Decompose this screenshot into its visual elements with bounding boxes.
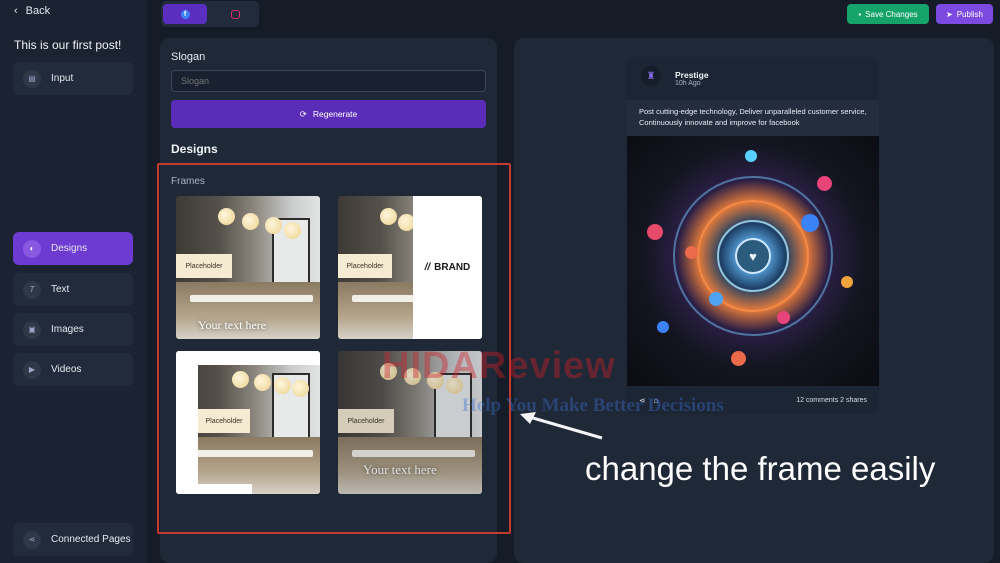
publish-label: Publish [956, 9, 983, 19]
lamp-decor [218, 208, 235, 225]
lamp-decor [254, 374, 271, 391]
lamp-decor [274, 377, 291, 394]
placeholder-card: Placeholder [338, 409, 394, 433]
sidebar-item-label: Images [51, 324, 84, 335]
slogan-input[interactable] [171, 70, 486, 92]
overlay-text: Your text here [198, 318, 267, 332]
sidebar-item-input[interactable]: ▤ Input [13, 62, 133, 95]
frame-option-2[interactable]: Placeholder // BRAND [338, 196, 482, 339]
post-preview-card: ♜ Prestige 10h Ago Post cutting-edge tec… [627, 59, 879, 414]
image-decor [647, 224, 663, 240]
sidebar-item-label: Connected Pages [51, 534, 131, 545]
brand-logo-icon: // [424, 262, 431, 273]
post-footer: ⋖ ⌂ 12 comments 2 shares [627, 386, 879, 414]
save-changes-button[interactable]: ▪ Save Changes [847, 4, 929, 24]
account-name: Prestige [675, 70, 709, 80]
placeholder-card: Placeholder [176, 254, 232, 278]
lamp-decor [404, 368, 421, 385]
sidebar-item-label: Input [51, 73, 74, 84]
sidebar-item-connected-pages[interactable]: ⋖ Connected Pages [13, 523, 133, 556]
image-decor [709, 292, 723, 306]
frames-label: Frames [171, 176, 205, 187]
tab-instagram[interactable] [213, 4, 257, 24]
frame-option-4[interactable]: Placeholder Your text here [338, 351, 482, 494]
regenerate-label: Regenerate [312, 109, 358, 119]
frame-border [176, 351, 198, 494]
lamp-decor [232, 371, 249, 388]
image-decor [817, 176, 832, 191]
placeholder-card: Placeholder [198, 409, 250, 433]
tab-facebook[interactable]: f [163, 4, 207, 24]
lamp-decor [446, 377, 463, 394]
image-decor [841, 276, 853, 288]
home-icon[interactable]: ⌂ [654, 396, 659, 405]
post-header: ♜ Prestige 10h Ago [627, 59, 879, 100]
image-decor [685, 246, 698, 259]
lamp-decor [380, 208, 397, 225]
back-label: Back [25, 5, 51, 17]
lamp-decor [265, 217, 282, 234]
post-actions: ⋖ ⌂ [639, 396, 659, 405]
image-decor [745, 150, 757, 162]
image-decor [657, 321, 669, 333]
sidebar-item-images[interactable]: ▣ Images [13, 313, 133, 346]
sidebar-item-text[interactable]: T Text [13, 273, 133, 306]
lamp-decor [292, 380, 309, 397]
brand-panel: // BRAND [412, 196, 482, 339]
image-decor [731, 351, 746, 366]
save-label: Save Changes [865, 9, 918, 19]
document-icon: ▤ [23, 69, 41, 88]
send-icon: ➤ [946, 9, 953, 19]
frame-border [176, 484, 252, 494]
regenerate-button[interactable]: ⟳ Regenerate [171, 100, 486, 128]
lamp-decor [427, 372, 444, 389]
facebook-icon: f [180, 9, 190, 19]
lamp-decor [380, 363, 397, 380]
sidebar-item-label: Text [51, 284, 70, 295]
brand-text: BRAND [434, 262, 471, 273]
avatar: ♜ [641, 66, 661, 86]
designs-heading: Designs [171, 142, 218, 156]
sidebar: ‹ Back This is our first post! ▤ Input ◐… [0, 0, 147, 563]
share-icon: ⋖ [23, 530, 41, 549]
sidebar-item-videos[interactable]: ▶ Videos [13, 353, 133, 386]
video-icon: ▶ [23, 360, 41, 379]
instagram-icon [230, 9, 240, 19]
sidebar-item-label: Designs [51, 243, 88, 254]
frame-option-3[interactable]: Placeholder [176, 351, 320, 494]
text-icon: T [23, 280, 41, 299]
publish-button[interactable]: ➤ Publish [936, 4, 993, 24]
caption-text: change the frame easily [585, 450, 936, 487]
post-stats: 12 comments 2 shares [796, 396, 867, 404]
placeholder-card: Placeholder [338, 254, 392, 278]
frame-option-1[interactable]: Placeholder Your text here [176, 196, 320, 339]
image-decor [777, 311, 790, 324]
post-time: 10h Ago [675, 80, 701, 87]
chat-heart-icon: ♥ [735, 238, 771, 274]
sidebar-item-label: Videos [51, 364, 82, 375]
lamp-decor [242, 213, 259, 230]
sidebar-item-designs[interactable]: ◐ Designs [13, 232, 133, 265]
lamp-decor [284, 222, 301, 239]
frame-photo-table [352, 449, 475, 457]
frame-photo-table [190, 294, 313, 302]
image-decor [801, 214, 819, 232]
refresh-icon: ⟳ [299, 108, 307, 119]
save-icon: ▪ [858, 9, 862, 19]
network-tabs: f [161, 1, 259, 27]
back-button[interactable]: ‹ Back [14, 5, 50, 17]
share-icon[interactable]: ⋖ [639, 396, 646, 405]
chevron-left-icon: ‹ [14, 5, 18, 17]
palette-icon: ◐ [23, 239, 41, 258]
frame-border [176, 351, 320, 365]
post-image: ♥ [627, 136, 879, 386]
image-icon: ▣ [23, 320, 41, 339]
overlay-text: Your text here [363, 462, 437, 477]
slogan-label: Slogan [171, 51, 206, 63]
post-text: Post cutting-edge technology, Deliver un… [627, 100, 879, 136]
frame-photo-table [190, 449, 313, 457]
post-title: This is our first post! [14, 38, 122, 52]
